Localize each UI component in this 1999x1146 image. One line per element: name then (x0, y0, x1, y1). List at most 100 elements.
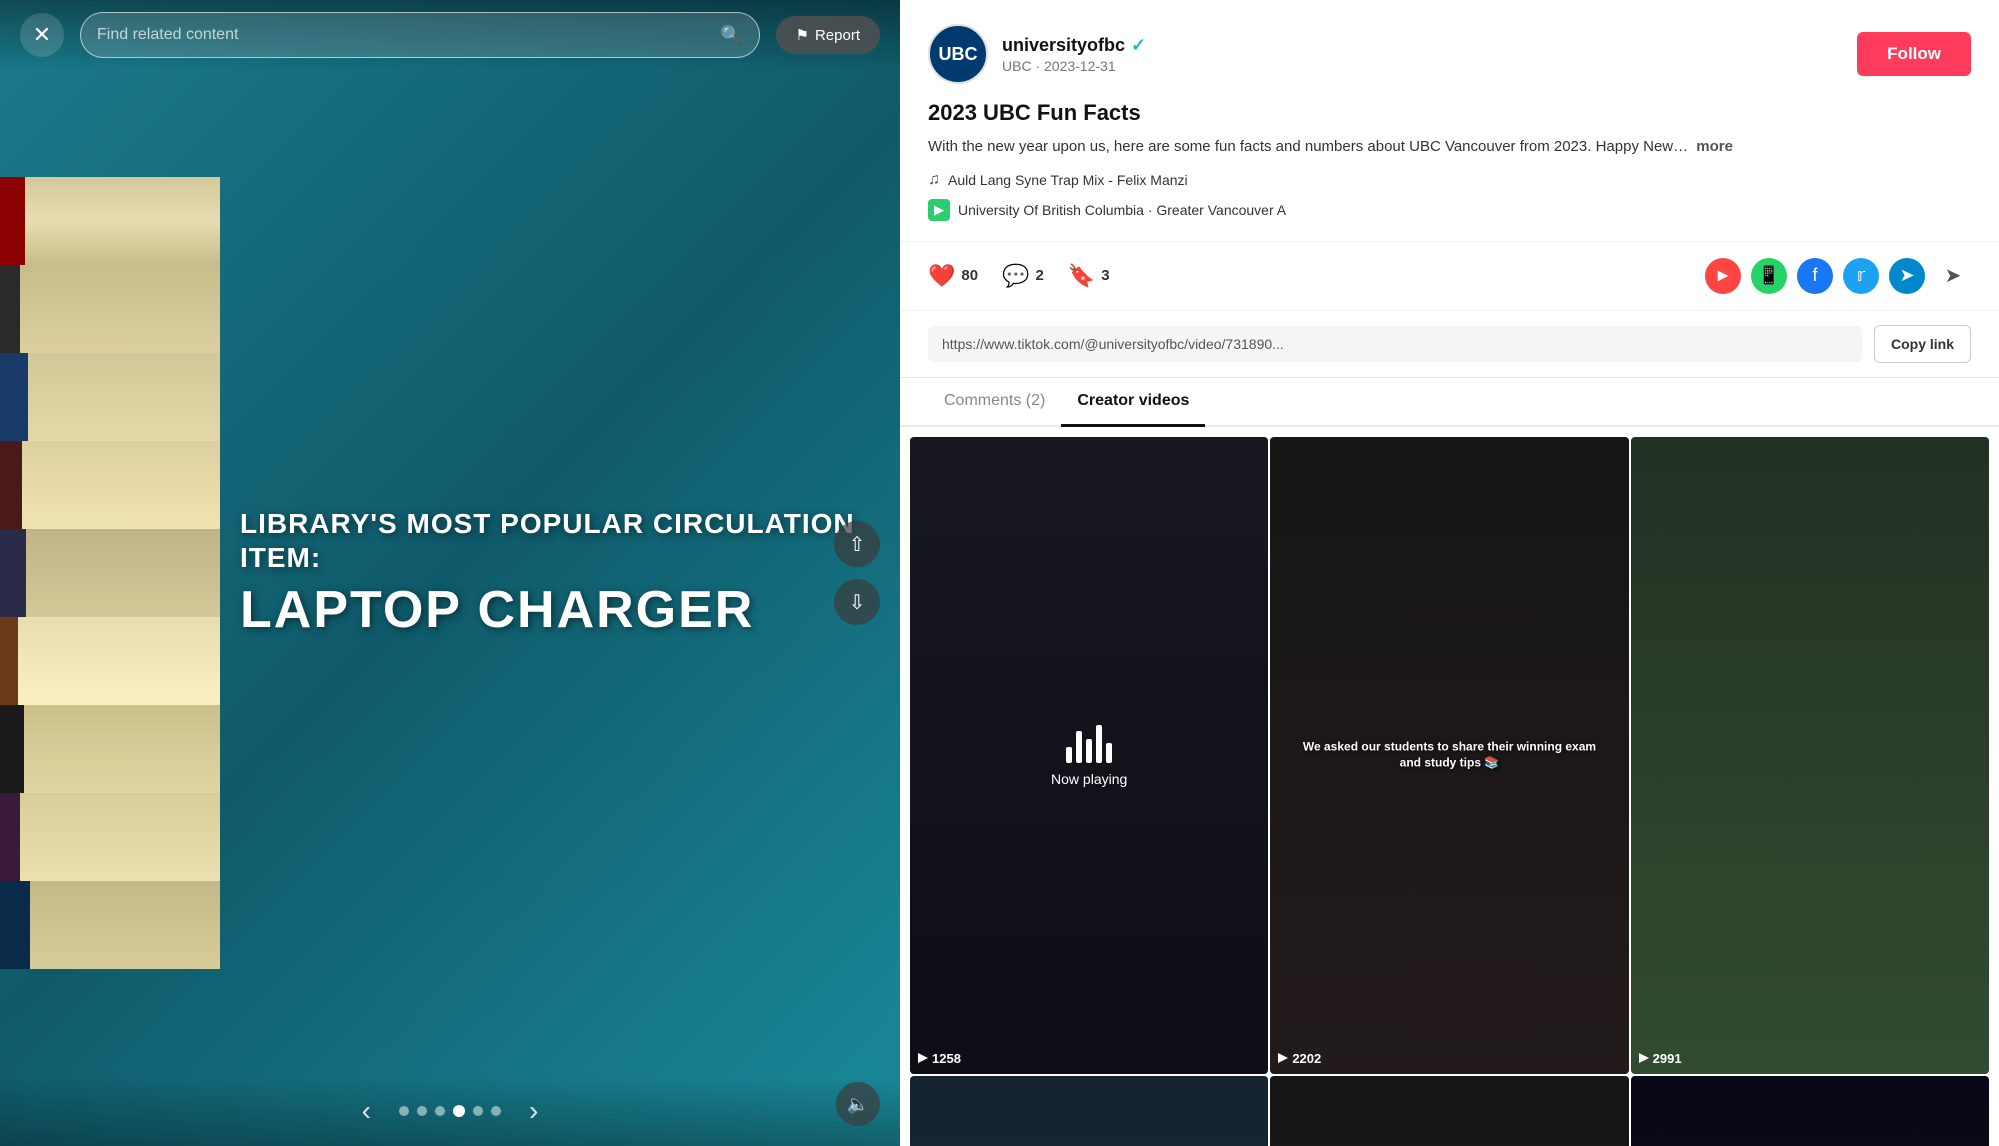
now-playing-overlay: Now playing (910, 437, 1268, 1074)
music-info: ♫ Auld Lang Syne Trap Mix - Felix Manzi (928, 171, 1971, 189)
vertical-nav: ⇧ ⇩ (834, 521, 880, 625)
post-title: 2023 UBC Fun Facts (928, 100, 1971, 126)
dot-1[interactable] (399, 1106, 409, 1116)
comment-action[interactable]: 💬 2 (1002, 263, 1044, 289)
profile-name-area: universityofbc ✓ UBC · 2023-12-31 (1002, 35, 1146, 74)
video-thumb-4[interactable] (910, 1076, 1268, 1146)
book-item (0, 529, 220, 617)
now-playing-label: Now playing (1051, 771, 1127, 787)
report-button[interactable]: ⚑ Report (776, 16, 880, 54)
count-text: 2202 (1292, 1051, 1321, 1066)
search-input[interactable] (97, 26, 720, 44)
username-text: universityofbc (1002, 35, 1125, 56)
link-bar: https://www.tiktok.com/@universityofbc/v… (900, 311, 1999, 378)
search-icon-button[interactable]: 🔍 (720, 25, 742, 46)
navigate-up-button[interactable]: ⇧ (834, 521, 880, 567)
share-telegram-icon[interactable]: ➤ (1889, 258, 1925, 294)
dot-5[interactable] (473, 1106, 483, 1116)
comment-count: 2 (1036, 267, 1044, 284)
tab-comments[interactable]: Comments (2) (928, 378, 1061, 427)
creator-video-grid: Now playing 1258 We asked our students t… (900, 427, 1999, 1146)
profile-header: UBC universityofbc ✓ UBC · 2023-12-31 Fo… (928, 24, 1971, 84)
profile-meta: UBC · 2023-12-31 (1002, 58, 1146, 74)
video-thumb-5[interactable]: Movies and TV shows filmed at UBC... (1270, 1076, 1628, 1146)
verified-icon: ✓ (1131, 35, 1146, 56)
share-direct-icon[interactable]: ► (1705, 258, 1741, 294)
book-item (0, 881, 220, 969)
audio-bar (1076, 731, 1082, 763)
dot-3[interactable] (435, 1106, 445, 1116)
post-description: With the new year upon us, here are some… (928, 136, 1971, 159)
audio-bars (1066, 723, 1112, 763)
book-item (0, 265, 220, 353)
previous-slide-button[interactable]: ‹ (346, 1087, 387, 1135)
profile-name: universityofbc ✓ (1002, 35, 1146, 56)
avatar-text: UBC (939, 44, 978, 65)
audio-bar (1066, 747, 1072, 763)
location-info: ▶ University Of British Columbia · Great… (928, 199, 1971, 221)
video-thumb-2[interactable]: We asked our students to share their win… (1270, 437, 1628, 1074)
close-button[interactable]: ✕ (20, 13, 64, 57)
tab-creator-videos[interactable]: Creator videos (1061, 378, 1205, 427)
play-count-1: 1258 (918, 1051, 961, 1066)
bookmark-count: 3 (1101, 267, 1109, 284)
link-url-text: https://www.tiktok.com/@universityofbc/v… (928, 326, 1862, 362)
audio-bar (1106, 743, 1112, 763)
volume-button[interactable]: 🔈 (836, 1082, 880, 1126)
dot-6[interactable] (491, 1106, 501, 1116)
play-icon (1278, 1053, 1288, 1063)
play-count-3: 2991 (1639, 1051, 1682, 1066)
book-item (0, 177, 220, 265)
video-overlay (1631, 1076, 1989, 1146)
share-whatsapp-icon[interactable]: 📱 (1751, 258, 1787, 294)
location-text: University Of British Columbia · Greater… (958, 202, 1286, 218)
music-icon: ♫ (928, 171, 940, 189)
video-overlay (1631, 437, 1989, 1074)
video-thumb-1[interactable]: Now playing 1258 (910, 437, 1268, 1074)
video-text-overlay: LIBRARY'S MOST POPULAR CIRCULATION ITEM:… (240, 507, 900, 639)
video-subtitle-text: LIBRARY'S MOST POPULAR CIRCULATION ITEM: (240, 507, 900, 574)
play-icon (1639, 1053, 1649, 1063)
thumb-text-2: We asked our students to share their win… (1288, 731, 1610, 778)
book-item (0, 441, 220, 529)
bookmark-icon: 🔖 (1068, 263, 1095, 289)
comment-icon: 💬 (1002, 263, 1029, 289)
search-bar: 🔍 (80, 12, 760, 58)
avatar[interactable]: UBC (928, 24, 988, 84)
bookmark-action[interactable]: 🔖 3 (1068, 263, 1110, 289)
heart-icon: ❤️ (928, 263, 955, 289)
flag-icon: ⚑ (796, 26, 809, 44)
report-label: Report (815, 27, 860, 44)
video-overlay (910, 1076, 1268, 1146)
audio-bar (1096, 725, 1102, 763)
audio-bar (1086, 739, 1092, 763)
bottom-controls-bar: ‹ › 🔈 (0, 1076, 900, 1146)
more-link[interactable]: more (1696, 138, 1733, 155)
share-twitter-icon[interactable]: 𝕣 (1843, 258, 1879, 294)
play-icon (918, 1053, 928, 1063)
video-thumb-3[interactable]: 2991 (1631, 437, 1989, 1074)
follow-button[interactable]: Follow (1857, 32, 1971, 76)
book-item (0, 793, 220, 881)
video-player-panel: LIBRARY'S MOST POPULAR CIRCULATION ITEM:… (0, 0, 900, 1146)
like-action[interactable]: ❤️ 80 (928, 263, 978, 289)
navigate-down-button[interactable]: ⇩ (834, 579, 880, 625)
dot-4[interactable] (453, 1105, 465, 1117)
share-facebook-icon[interactable]: f (1797, 258, 1833, 294)
top-controls-bar: ✕ 🔍 ⚑ Report (0, 0, 900, 70)
book-item (0, 705, 220, 793)
copy-link-button[interactable]: Copy link (1874, 325, 1971, 363)
description-text: With the new year upon us, here are some… (928, 138, 1688, 155)
book-item (0, 353, 220, 441)
count-text: 1258 (932, 1051, 961, 1066)
book-item (0, 617, 220, 705)
share-forward-icon[interactable]: ➤ (1935, 258, 1971, 294)
video-background: LIBRARY'S MOST POPULAR CIRCULATION ITEM:… (0, 0, 900, 1146)
profile-section: UBC universityofbc ✓ UBC · 2023-12-31 Fo… (900, 0, 1999, 242)
video-thumb-6[interactable]: When class ends at 5pm and it's already … (1631, 1076, 1989, 1146)
dot-2[interactable] (417, 1106, 427, 1116)
info-panel: UBC universityofbc ✓ UBC · 2023-12-31 Fo… (900, 0, 1999, 1146)
next-slide-button[interactable]: › (513, 1087, 554, 1135)
book-stack (0, 0, 220, 1146)
location-icon: ▶ (928, 199, 950, 221)
